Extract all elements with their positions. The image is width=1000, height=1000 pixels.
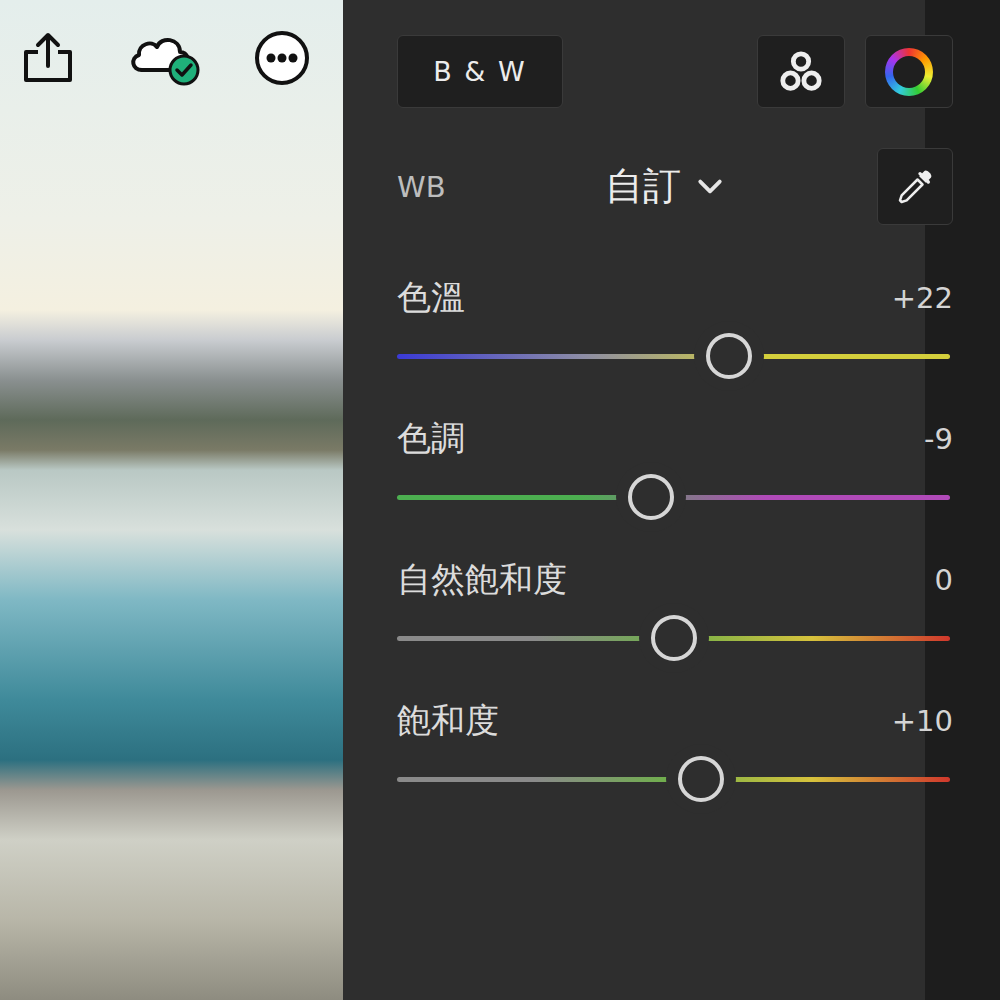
white-balance-row: WB自訂 xyxy=(397,148,953,225)
slider-value: +22 xyxy=(892,281,953,315)
eyedropper-button[interactable] xyxy=(877,148,953,225)
three-circles-icon xyxy=(778,49,824,95)
share-icon[interactable] xyxy=(20,30,76,86)
more-icon[interactable] xyxy=(254,30,310,86)
chevron-down-icon xyxy=(697,178,723,196)
slider-value: 0 xyxy=(935,563,953,597)
slider-list: 色溫 +22 色調 -9 自然飽和度 0 飽和度 +10 xyxy=(397,275,953,839)
slider-value: -9 xyxy=(924,422,953,456)
slider-label: 色溫 xyxy=(397,275,465,321)
wb-label: WB xyxy=(397,170,597,204)
slider-row: 飽和度 +10 xyxy=(397,698,953,839)
photo xyxy=(0,0,343,1000)
eyedropper-icon xyxy=(895,167,935,207)
slider-value: +10 xyxy=(892,704,953,738)
slider-knob[interactable] xyxy=(628,474,674,520)
slider-track-area[interactable] xyxy=(397,462,953,532)
wb-dropdown[interactable]: 自訂 xyxy=(597,161,877,212)
panel-toolbar: B & W xyxy=(397,35,953,108)
slider-row: 色溫 +22 xyxy=(397,275,953,416)
slider-header: 自然飽和度 0 xyxy=(397,557,953,603)
slider-knob[interactable] xyxy=(651,615,697,661)
slider-track[interactable] xyxy=(397,354,950,359)
color-panel: B & W WB自訂色溫 +22 色調 -9 自然飽和度 0 飽和度 +10 xyxy=(343,0,1000,1000)
slider-header: 色溫 +22 xyxy=(397,275,953,321)
slider-header: 色調 -9 xyxy=(397,416,953,462)
color-grading-button[interactable] xyxy=(865,35,953,108)
slider-track[interactable] xyxy=(397,495,950,500)
slider-track-area[interactable] xyxy=(397,321,953,391)
slider-row: 自然飽和度 0 xyxy=(397,557,953,698)
slider-label: 飽和度 xyxy=(397,698,499,744)
slider-track-area[interactable] xyxy=(397,744,953,814)
slider-header: 飽和度 +10 xyxy=(397,698,953,744)
black-white-button[interactable]: B & W xyxy=(397,35,563,108)
slider-track-area[interactable] xyxy=(397,603,953,673)
cloud-synced-icon[interactable] xyxy=(128,30,202,86)
editor-screen: B & W WB自訂色溫 +22 色調 -9 自然飽和度 0 飽和度 +10 xyxy=(0,0,1000,1000)
slider-label: 自然飽和度 xyxy=(397,557,567,603)
color-wheel-icon xyxy=(885,48,933,96)
slider-track[interactable] xyxy=(397,636,950,641)
panel-icons xyxy=(757,35,953,108)
slider-label: 色調 xyxy=(397,416,465,462)
slider-track[interactable] xyxy=(397,777,950,782)
slider-row: 色調 -9 xyxy=(397,416,953,557)
slider-knob[interactable] xyxy=(678,756,724,802)
slider-knob[interactable] xyxy=(706,333,752,379)
photo-toolbar xyxy=(20,30,310,86)
color-mix-button[interactable] xyxy=(757,35,845,108)
